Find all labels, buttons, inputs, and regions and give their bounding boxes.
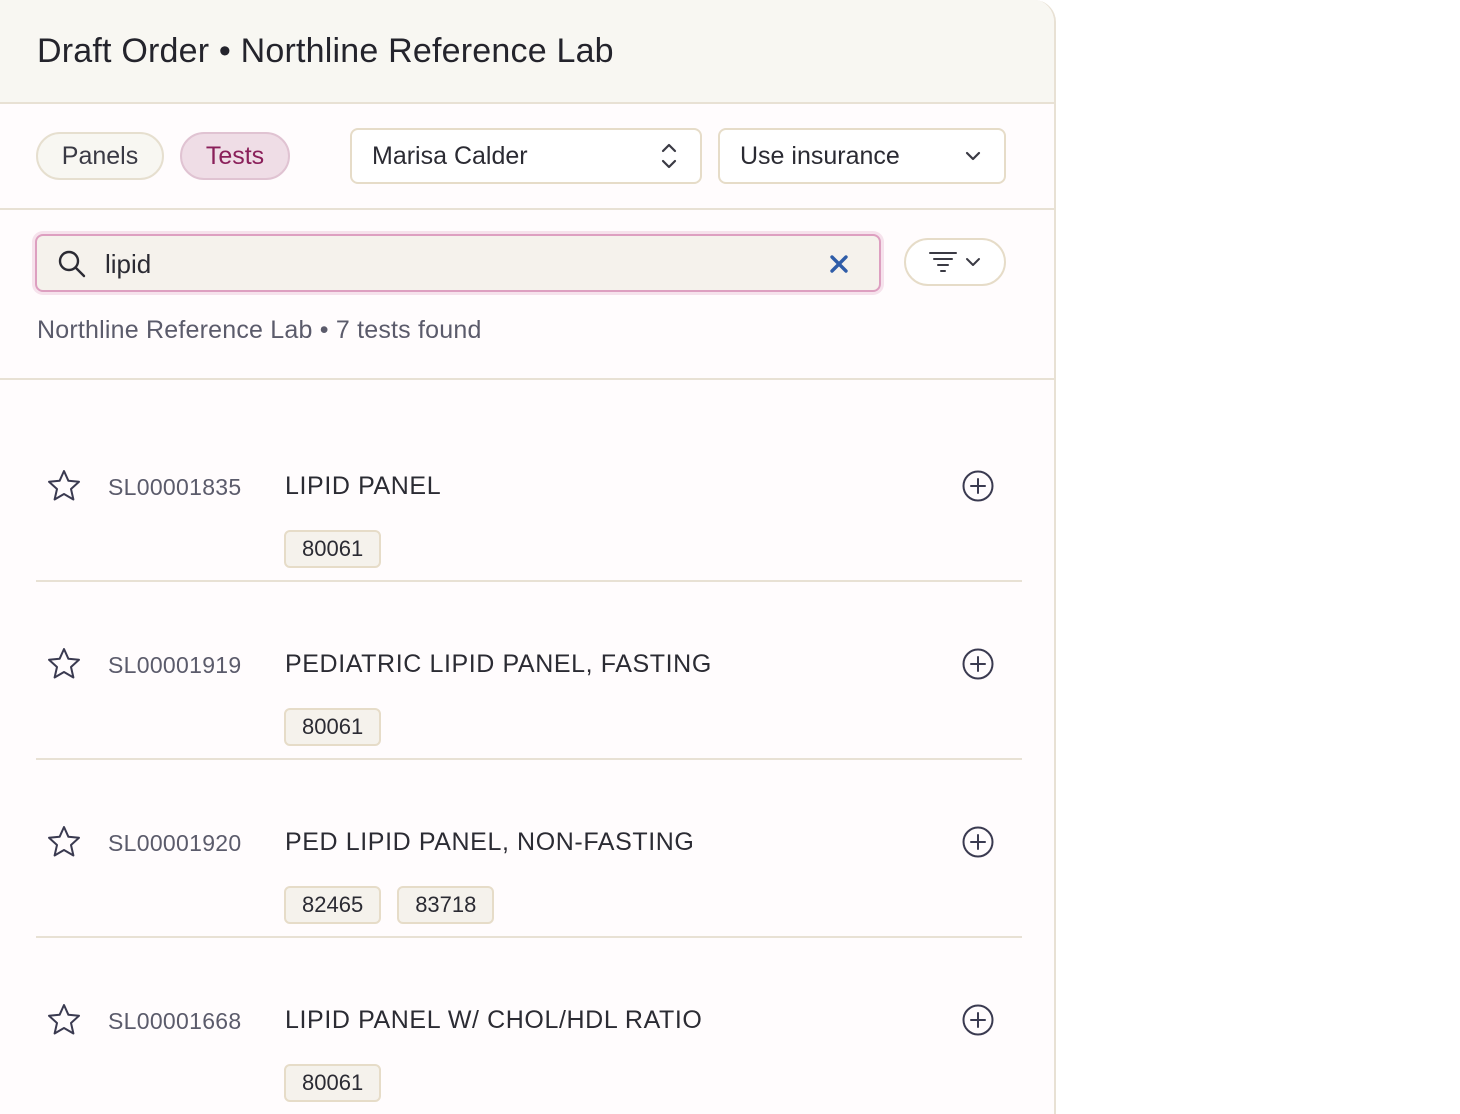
cpt-tags: 80061: [284, 708, 382, 746]
cpt-tag: 83718: [397, 886, 495, 924]
cpt-tag: 82465: [284, 886, 382, 924]
result-row: SL00001835 LIPID PANEL 80061: [36, 404, 1022, 582]
order-panel: Draft Order • Northline Reference Lab Pa…: [0, 0, 1056, 1114]
result-row: SL00001920 PED LIPID PANEL, NON-FASTING …: [36, 760, 1022, 938]
search-box: [35, 234, 881, 292]
test-name: PEDIATRIC LIPID PANEL, FASTING: [285, 650, 712, 678]
cpt-tags: 80061: [284, 1064, 382, 1102]
cpt-tag: 80061: [284, 708, 382, 746]
patient-select[interactable]: Marisa Calder: [350, 128, 702, 184]
test-name: LIPID PANEL W/ CHOL/HDL RATIO: [285, 1006, 703, 1034]
tab-panels[interactable]: Panels: [36, 132, 164, 180]
star-icon[interactable]: [46, 468, 82, 504]
star-icon[interactable]: [46, 824, 82, 860]
test-code: SL00001835: [108, 474, 242, 500]
result-row: SL00001668 LIPID PANEL W/ CHOL/HDL RATIO…: [36, 938, 1022, 1114]
up-down-chevron-icon: [660, 141, 678, 171]
add-circle-icon[interactable]: [960, 646, 996, 682]
cpt-tag: 80061: [284, 1064, 382, 1102]
search-input[interactable]: [103, 244, 803, 284]
filter-button[interactable]: [904, 238, 1006, 286]
star-icon[interactable]: [46, 646, 82, 682]
clear-search-button[interactable]: [825, 250, 853, 278]
panel-header: Draft Order • Northline Reference Lab: [0, 0, 1054, 104]
test-code: SL00001668: [108, 1008, 242, 1034]
cpt-tags: 80061: [284, 530, 382, 568]
close-icon: [830, 255, 848, 273]
search-icon: [57, 249, 87, 279]
add-circle-icon[interactable]: [960, 468, 996, 504]
chevron-down-icon: [964, 150, 982, 162]
test-name: LIPID PANEL: [285, 472, 442, 500]
result-summary: Northline Reference Lab • 7 tests found: [37, 316, 482, 344]
star-icon[interactable]: [46, 1002, 82, 1038]
patient-select-value: Marisa Calder: [372, 141, 528, 170]
cpt-tag: 80061: [284, 530, 382, 568]
cpt-tags: 82465 83718: [284, 886, 495, 924]
filter-icon: [929, 252, 957, 272]
add-circle-icon[interactable]: [960, 1002, 996, 1038]
order-controls: Panels Tests Marisa Calder Use insurance: [0, 104, 1054, 210]
chevron-down-icon: [966, 258, 980, 266]
billing-select-value: Use insurance: [740, 141, 900, 170]
test-code: SL00001920: [108, 830, 242, 856]
add-circle-icon[interactable]: [960, 824, 996, 860]
page-title: Draft Order • Northline Reference Lab: [37, 31, 614, 70]
test-code: SL00001919: [108, 652, 242, 678]
billing-select[interactable]: Use insurance: [718, 128, 1006, 184]
result-row: SL00001919 PEDIATRIC LIPID PANEL, FASTIN…: [36, 582, 1022, 760]
tab-tests[interactable]: Tests: [180, 132, 290, 180]
search-section: Northline Reference Lab • 7 tests found: [0, 210, 1054, 380]
test-name: PED LIPID PANEL, NON-FASTING: [285, 828, 695, 856]
